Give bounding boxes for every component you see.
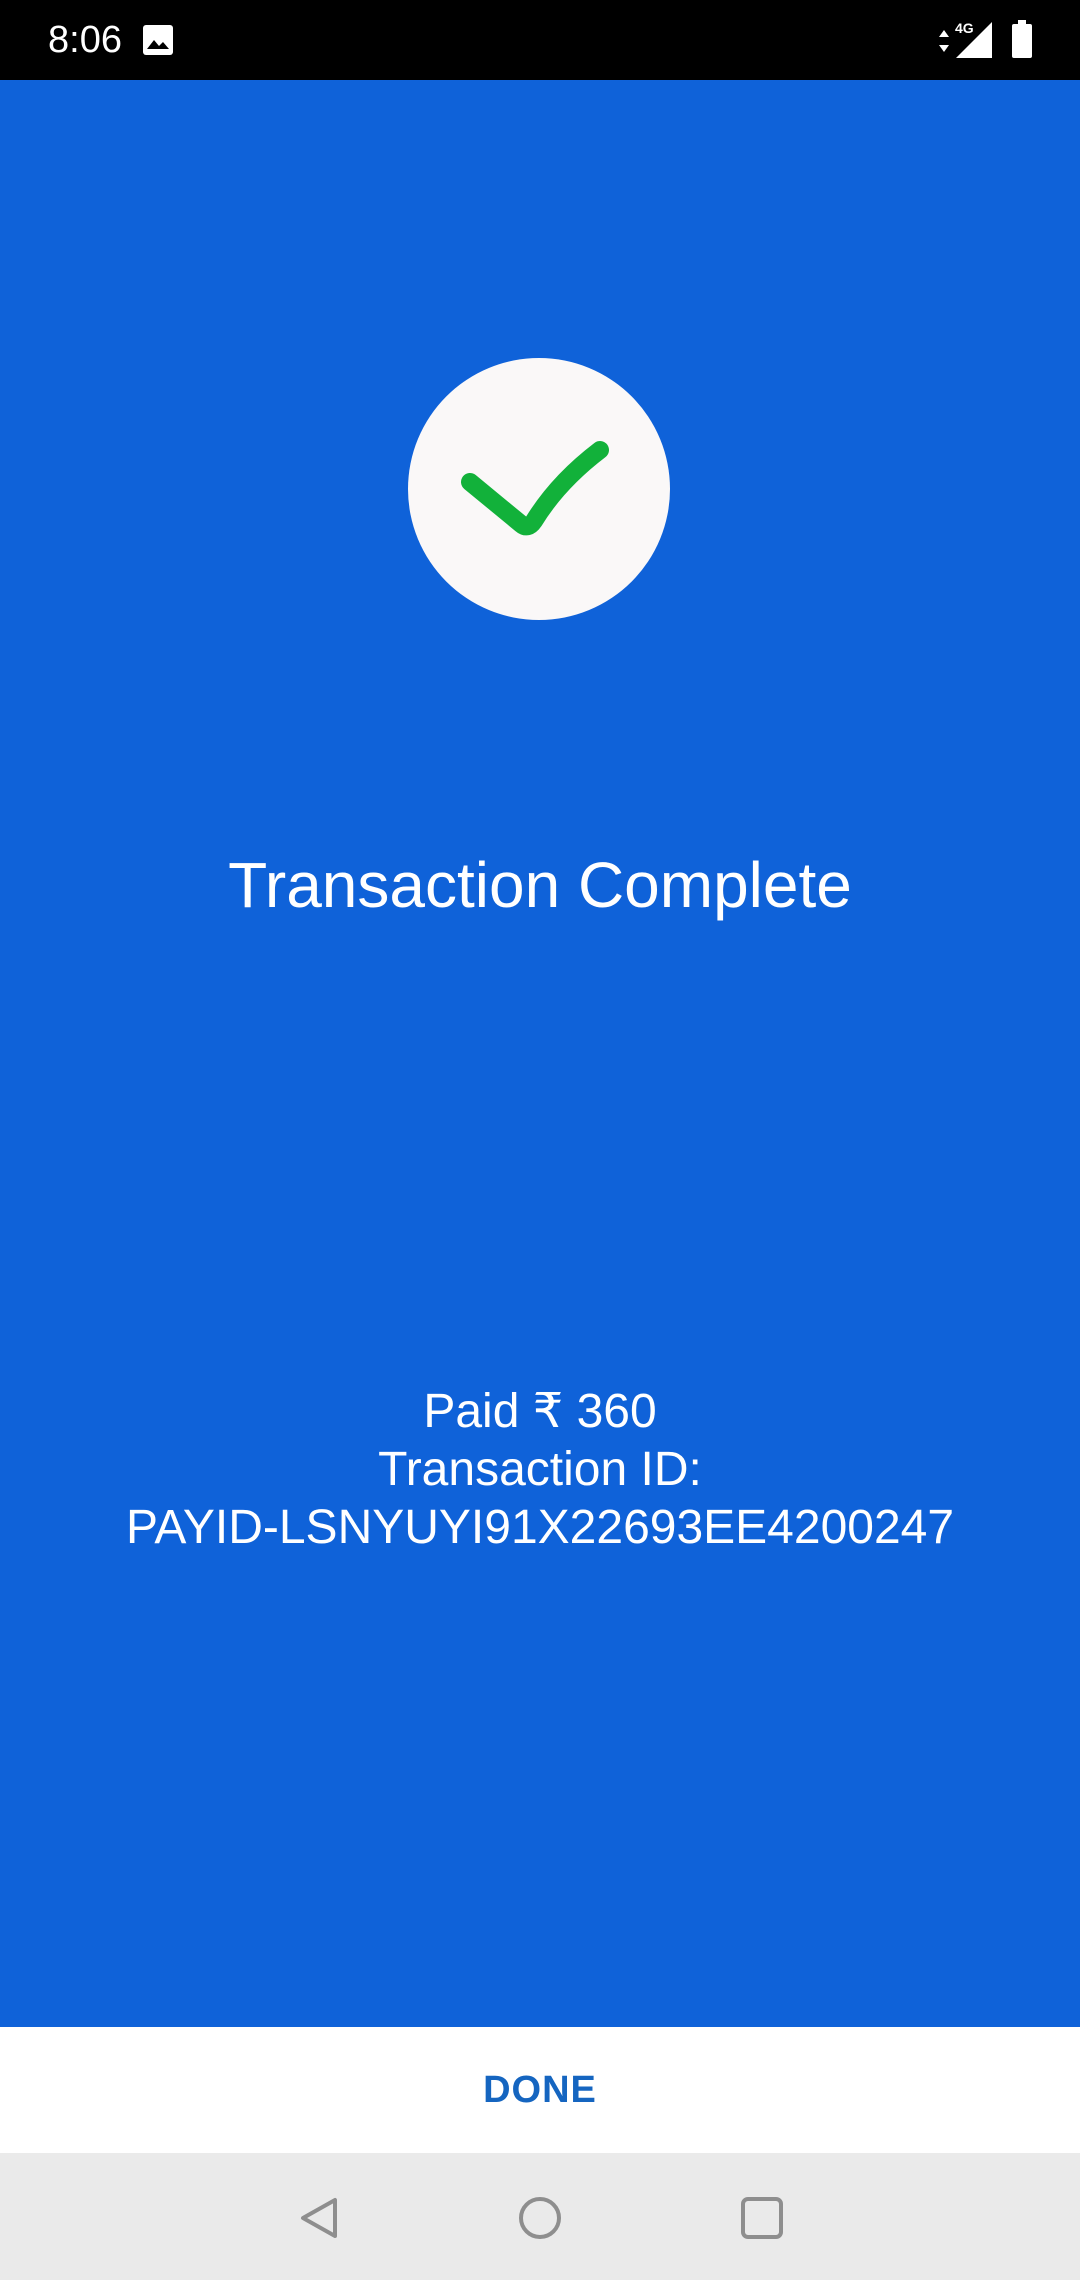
transaction-complete-screen: 8:06 4G Transaction Complete Paid ₹ 360 … [0,0,1080,2280]
battery-icon [1010,20,1034,58]
back-button[interactable] [285,2183,355,2253]
done-button[interactable]: DONE [0,2027,1080,2153]
done-bar: DONE [0,2027,1080,2153]
recents-icon [741,2197,783,2239]
recents-button[interactable] [727,2183,797,2253]
home-icon [519,2197,561,2239]
status-bar: 8:06 4G [0,0,1080,80]
page-title: Transaction Complete [228,849,852,921]
network-type-label: 4G [955,20,974,36]
transaction-details: Paid ₹ 360 Transaction ID: PAYID-LSNYUYI… [0,1383,1080,1557]
data-arrows-icon [936,26,952,56]
checkmark-icon [461,441,609,536]
navigation-bar [0,2153,1080,2280]
back-icon [301,2198,337,2238]
amount-paid: Paid ₹ 360 [423,1385,657,1438]
home-button[interactable] [505,2183,575,2253]
success-badge [408,358,670,620]
transaction-id-label: Transaction ID: [378,1443,702,1496]
transaction-id-value: PAYID-LSNYUYI91X22693EE4200247 [125,1501,955,1554]
status-time: 8:06 [48,19,122,61]
gallery-icon [142,24,174,56]
